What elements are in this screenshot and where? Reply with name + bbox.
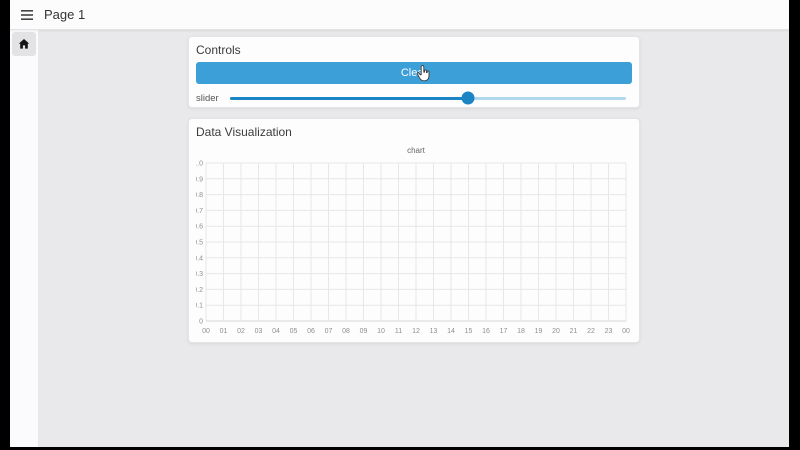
chart-y-tick-label: 0.8: [196, 192, 203, 199]
chart-x-tick-label: 21: [570, 328, 578, 335]
chart-x-tick-label: 07: [325, 328, 333, 335]
chart-x-tick-label: 06: [307, 328, 315, 335]
chart-x-tick-label: 19: [535, 328, 543, 335]
chart-y-tick-label: 0.7: [196, 208, 203, 215]
chart-x-tick-label: 00: [622, 328, 630, 335]
viz-card-title: Data Visualization: [196, 125, 292, 139]
slider-handle[interactable]: [461, 91, 475, 105]
chart-x-tick-label: 14: [447, 328, 455, 335]
chart-x-tick-label: 08: [342, 328, 350, 335]
app-window: Page 1 Controls Clear slider Data Visual…: [10, 0, 789, 447]
chart-x-tick-label: 01: [220, 328, 228, 335]
chart-x-tick-label: 17: [500, 328, 508, 335]
chart-y-tick-label: 0.3: [196, 271, 203, 278]
sidebar: [10, 30, 38, 447]
controls-card-title: Controls: [196, 43, 241, 57]
chart-x-tick-label: 15: [465, 328, 473, 335]
chart-x-tick-label: 13: [430, 328, 438, 335]
chart-y-tick-label: 0.4: [196, 255, 203, 262]
chart-x-tick-label: 04: [272, 328, 280, 335]
slider-label: slider: [196, 92, 219, 104]
home-icon: [18, 39, 30, 49]
chart-title: chart: [407, 146, 426, 155]
chart-x-tick-label: 10: [377, 328, 385, 335]
chart-x-tick-label: 00: [202, 328, 210, 335]
chart: chart 00 01 02 03 04 05 06 07 08 09 10 11 12 13 14 15 16 1…: [196, 146, 630, 335]
chart-y-tick-label: 0: [199, 319, 203, 326]
chart-y-tick-label: 0.6: [196, 224, 203, 231]
slider-row: slider: [196, 91, 632, 105]
controls-card: Controls Clear slider: [188, 36, 640, 108]
slider-fill: [230, 96, 468, 100]
chart-x-tick-label: 22: [587, 328, 595, 335]
slider-track[interactable]: [230, 91, 626, 105]
chart-y-tick-label: 0.1: [196, 303, 203, 310]
data-visualization-card: Data Visualization chart 00 01 02 03 04 05 06 07…: [188, 118, 640, 343]
sidebar-item-home[interactable]: [12, 32, 36, 56]
page-title: Page 1: [44, 7, 86, 22]
chart-x-tick-label: 23: [605, 328, 613, 335]
chart-x-tick-label: 20: [552, 328, 560, 335]
chart-x-tick-label: 16: [482, 328, 490, 335]
chart-y-tick-label: 0.2: [196, 287, 203, 294]
chart-x-tick-label: 02: [237, 328, 245, 335]
hamburger-menu-icon[interactable]: [21, 9, 33, 20]
chart-x-tick-label: 05: [290, 328, 298, 335]
chart-y-tick-label: 0.5: [196, 240, 203, 247]
chart-y-tick-label: 1.0: [196, 161, 203, 168]
clear-button[interactable]: Clear: [196, 62, 632, 84]
top-header: Page 1: [10, 0, 789, 30]
chart-x-tick-label: 12: [412, 328, 420, 335]
chart-x-tick-label: 18: [517, 328, 525, 335]
chart-y-tick-label: 0.9: [196, 176, 203, 183]
chart-x-tick-label: 11: [395, 328, 402, 335]
chart-x-tick-label: 09: [360, 328, 368, 335]
chart-x-tick-label: 03: [255, 328, 263, 335]
